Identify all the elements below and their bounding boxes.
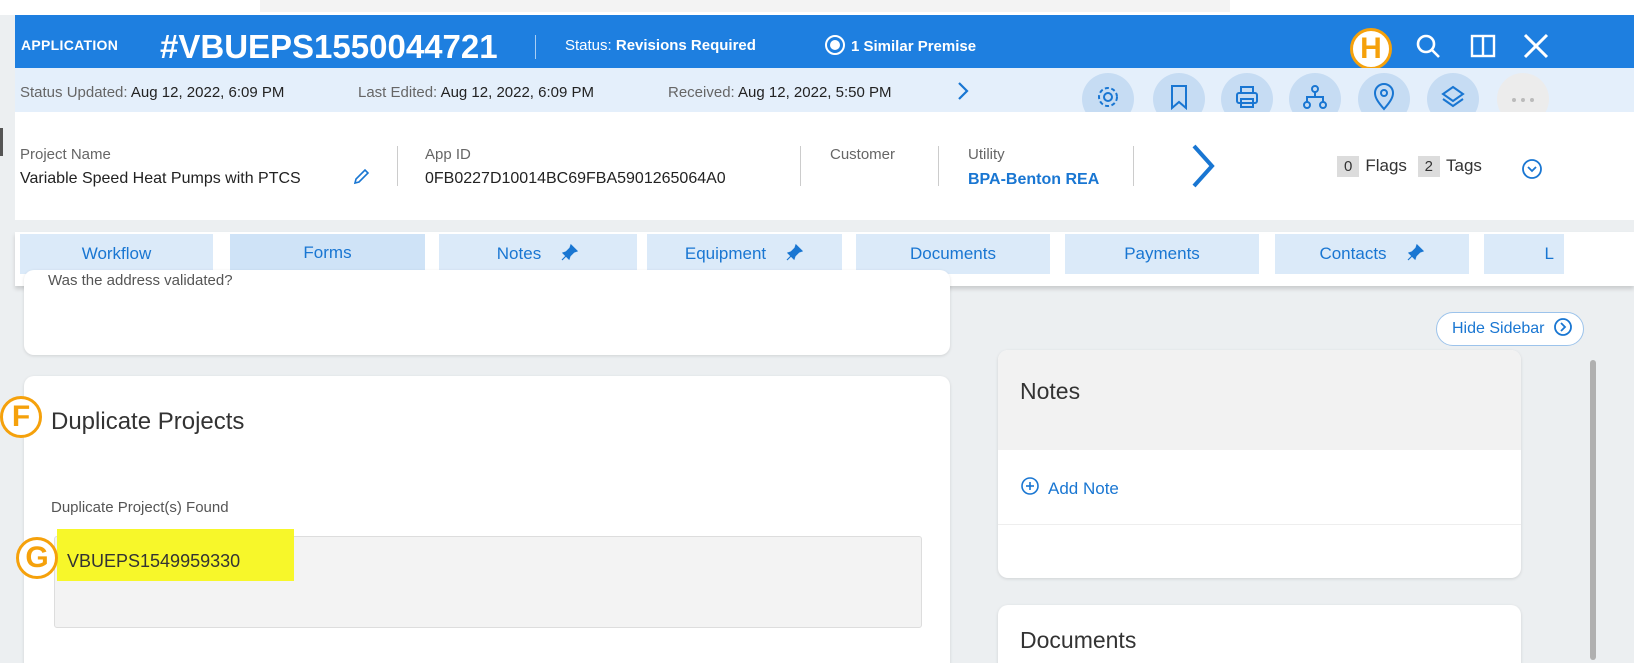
marker-h: H [1350, 28, 1392, 70]
split-view-icon[interactable] [1470, 33, 1496, 64]
application-number: #VBUEPS1550044721 [160, 28, 498, 65]
tab-label: Documents [910, 244, 996, 263]
app-id-label: App ID [425, 146, 471, 163]
application-header: APPLICATION #VBUEPS1550044721 Status: Re… [15, 15, 1634, 68]
tab-equipment[interactable]: Equipment [647, 234, 842, 274]
chevron-right-large-icon[interactable] [1188, 142, 1218, 195]
tab-label: Workflow [81, 244, 152, 263]
bookmark-icon [1168, 84, 1190, 115]
hide-sidebar-button[interactable]: Hide Sidebar [1436, 312, 1584, 346]
status-value: Revisions Required [615, 37, 756, 54]
documents-card: Documents [998, 605, 1521, 663]
project-name-value: Variable Speed Heat Pumps with PTCS [20, 170, 301, 187]
location-pin-icon [1372, 82, 1396, 116]
hierarchy-icon [1302, 84, 1328, 115]
tab-overflow[interactable]: L [1484, 234, 1564, 274]
flags-count: 0 [1337, 156, 1360, 177]
received-key: Received: [668, 84, 735, 101]
utility-link[interactable]: BPA-Benton REA [968, 171, 1099, 189]
received: Received: Aug 12, 2022, 5:50 PM [668, 84, 892, 101]
duplicate-found-label: Duplicate Project(s) Found [51, 499, 229, 516]
duplicate-project-id[interactable]: VBUEPS1549959330 [67, 551, 240, 572]
utility-label: Utility [968, 146, 1005, 163]
chevron-right-icon[interactable] [955, 80, 971, 107]
duplicate-projects-field: VBUEPS1549959330 [54, 529, 922, 628]
tags-count: 2 [1417, 156, 1440, 177]
printer-icon [1234, 84, 1260, 115]
tab-label: Contacts [1319, 244, 1387, 263]
status-key: Status: [565, 37, 612, 54]
divider [998, 524, 1521, 525]
chevron-down-circle-icon[interactable] [1521, 158, 1543, 185]
similar-premise-link[interactable]: 1 Similar Premise [825, 35, 976, 55]
status-updated-value: Aug 12, 2022, 6:09 PM [130, 84, 285, 101]
tab-label: Equipment [684, 244, 767, 263]
status-updated-key: Status Updated: [20, 84, 128, 101]
documents-title: Documents [1020, 627, 1137, 653]
cut-off-question: Was the address validated? [48, 272, 233, 289]
pin-icon[interactable] [786, 243, 804, 266]
app-id-value: 0FB0227D10014BC69FBA5901265064A0 [425, 170, 726, 187]
duplicate-projects-title: Duplicate Projects [51, 408, 245, 435]
tab-notes[interactable]: Notes [439, 234, 637, 274]
tab-documents[interactable]: Documents [856, 234, 1050, 274]
add-note-button[interactable]: Add Note [1020, 476, 1119, 501]
tab-contacts[interactable]: Contacts [1275, 234, 1469, 274]
divider [938, 146, 939, 186]
more-dots-icon [1511, 90, 1535, 108]
address-card: Was the address validated? [24, 270, 950, 355]
pin-icon[interactable] [1407, 243, 1425, 266]
hide-sidebar-label: Hide Sidebar [1452, 320, 1545, 337]
globe-icon [825, 35, 845, 55]
divider [800, 146, 801, 186]
pencil-icon[interactable] [352, 168, 370, 191]
tab-label: Forms [303, 242, 352, 262]
tab-forms[interactable]: Forms [230, 234, 425, 274]
tab-label: Payments [1124, 244, 1200, 263]
plus-circle-icon [1020, 476, 1040, 501]
marker-g: G [16, 537, 58, 579]
divider [397, 146, 398, 186]
duplicate-projects-card: Duplicate Projects Duplicate Project(s) … [24, 376, 950, 663]
status-updated: Status Updated: Aug 12, 2022, 6:09 PM [20, 84, 284, 101]
layers-icon [1440, 84, 1466, 115]
search-icon[interactable] [1415, 33, 1441, 64]
header-divider [535, 35, 536, 59]
left-edge-marker [0, 128, 3, 156]
status-text: Status: Revisions Required [565, 37, 756, 54]
flags-tags: 0 Flags 2 Tags [1337, 156, 1482, 177]
last-edited-value: Aug 12, 2022, 6:09 PM [440, 84, 595, 101]
close-icon[interactable] [1521, 31, 1551, 66]
notes-card: Notes Add Note [998, 350, 1521, 578]
gear-icon [1095, 84, 1121, 115]
project-name-label: Project Name [20, 146, 111, 163]
notes-title: Notes [1020, 378, 1081, 404]
received-value: Aug 12, 2022, 5:50 PM [738, 84, 892, 101]
pin-icon[interactable] [561, 243, 579, 266]
top-strip [0, 0, 1634, 15]
application-label: APPLICATION [21, 37, 119, 53]
tab-payments[interactable]: Payments [1065, 234, 1259, 274]
tags-label[interactable]: Tags [1446, 156, 1482, 175]
last-edited-key: Last Edited: [358, 84, 438, 101]
flags-label[interactable]: Flags [1365, 156, 1407, 175]
chevron-right-circle-icon [1553, 317, 1573, 342]
tab-label: L [1544, 244, 1554, 263]
marker-f: F [0, 396, 42, 438]
tab-workflow[interactable]: Workflow [20, 234, 213, 274]
sidebar-scrollbar[interactable] [1590, 360, 1596, 660]
divider [1133, 146, 1134, 186]
tab-label: Notes [496, 244, 542, 263]
last-edited: Last Edited: Aug 12, 2022, 6:09 PM [358, 84, 594, 101]
similar-premise-label: 1 Similar Premise [851, 38, 977, 55]
add-note-label: Add Note [1048, 478, 1119, 498]
customer-label: Customer [830, 146, 896, 163]
